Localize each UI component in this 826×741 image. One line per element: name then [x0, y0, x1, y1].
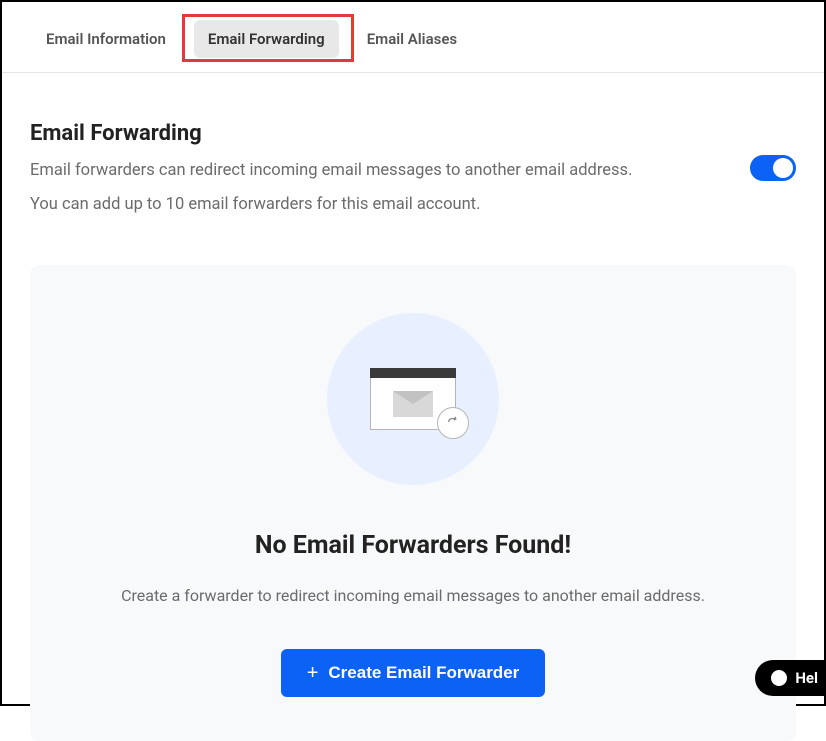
page-description-2: You can add up to 10 email forwarders fo…: [30, 192, 750, 218]
content-area: Email Forwarding Email forwarders can re…: [2, 73, 824, 741]
help-label: Hel: [795, 669, 818, 687]
window-icon: [370, 368, 456, 430]
chat-icon: [771, 670, 787, 686]
header-text: Email Forwarding Email forwarders can re…: [30, 121, 750, 227]
empty-state-card: No Email Forwarders Found! Create a forw…: [30, 265, 796, 741]
tab-email-information[interactable]: Email Information: [32, 20, 180, 58]
forward-arrow-icon: [437, 407, 469, 439]
tab-email-aliases[interactable]: Email Aliases: [353, 20, 471, 58]
empty-title: No Email Forwarders Found!: [54, 531, 772, 560]
header-row: Email Forwarding Email forwarders can re…: [30, 121, 796, 227]
plus-icon: +: [307, 663, 319, 683]
envelope-icon: [393, 391, 433, 417]
forwarding-toggle[interactable]: [750, 155, 796, 181]
create-button-label: Create Email Forwarder: [328, 663, 519, 683]
empty-illustration: [327, 313, 499, 485]
tabs-bar: Email Information Email Forwarding Email…: [2, 2, 824, 73]
empty-description: Create a forwarder to redirect incoming …: [54, 586, 772, 605]
page-title: Email Forwarding: [30, 121, 750, 146]
page-description-1: Email forwarders can redirect incoming e…: [30, 158, 750, 184]
create-forwarder-button[interactable]: + Create Email Forwarder: [281, 649, 546, 697]
help-widget[interactable]: Hel: [755, 660, 824, 696]
tab-email-forwarding[interactable]: Email Forwarding: [194, 20, 339, 58]
